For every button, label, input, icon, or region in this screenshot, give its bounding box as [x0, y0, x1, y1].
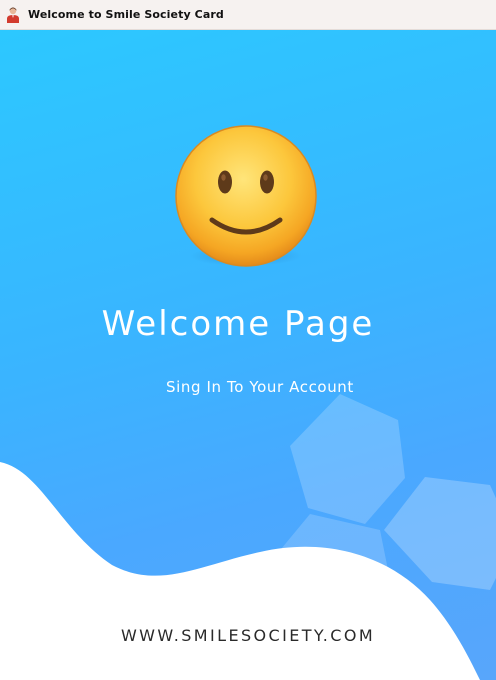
sign-in-prompt[interactable]: Sing In To Your Account: [166, 378, 354, 396]
page-title: Welcome Page: [101, 304, 375, 344]
app-window: Welcome to Smile Society Card Welcome Pa…: [0, 0, 496, 680]
welcome-screen: Welcome Page Sing In To Your Account WWW…: [0, 30, 496, 680]
window-title: Welcome to Smile Society Card: [28, 8, 224, 21]
website-link[interactable]: WWW.SMILESOCIETY.COM: [0, 626, 496, 645]
title-bar[interactable]: Welcome to Smile Society Card: [0, 0, 496, 30]
user-person-icon: [7, 7, 19, 23]
slightly-smiling-face-emoji: [175, 125, 317, 267]
